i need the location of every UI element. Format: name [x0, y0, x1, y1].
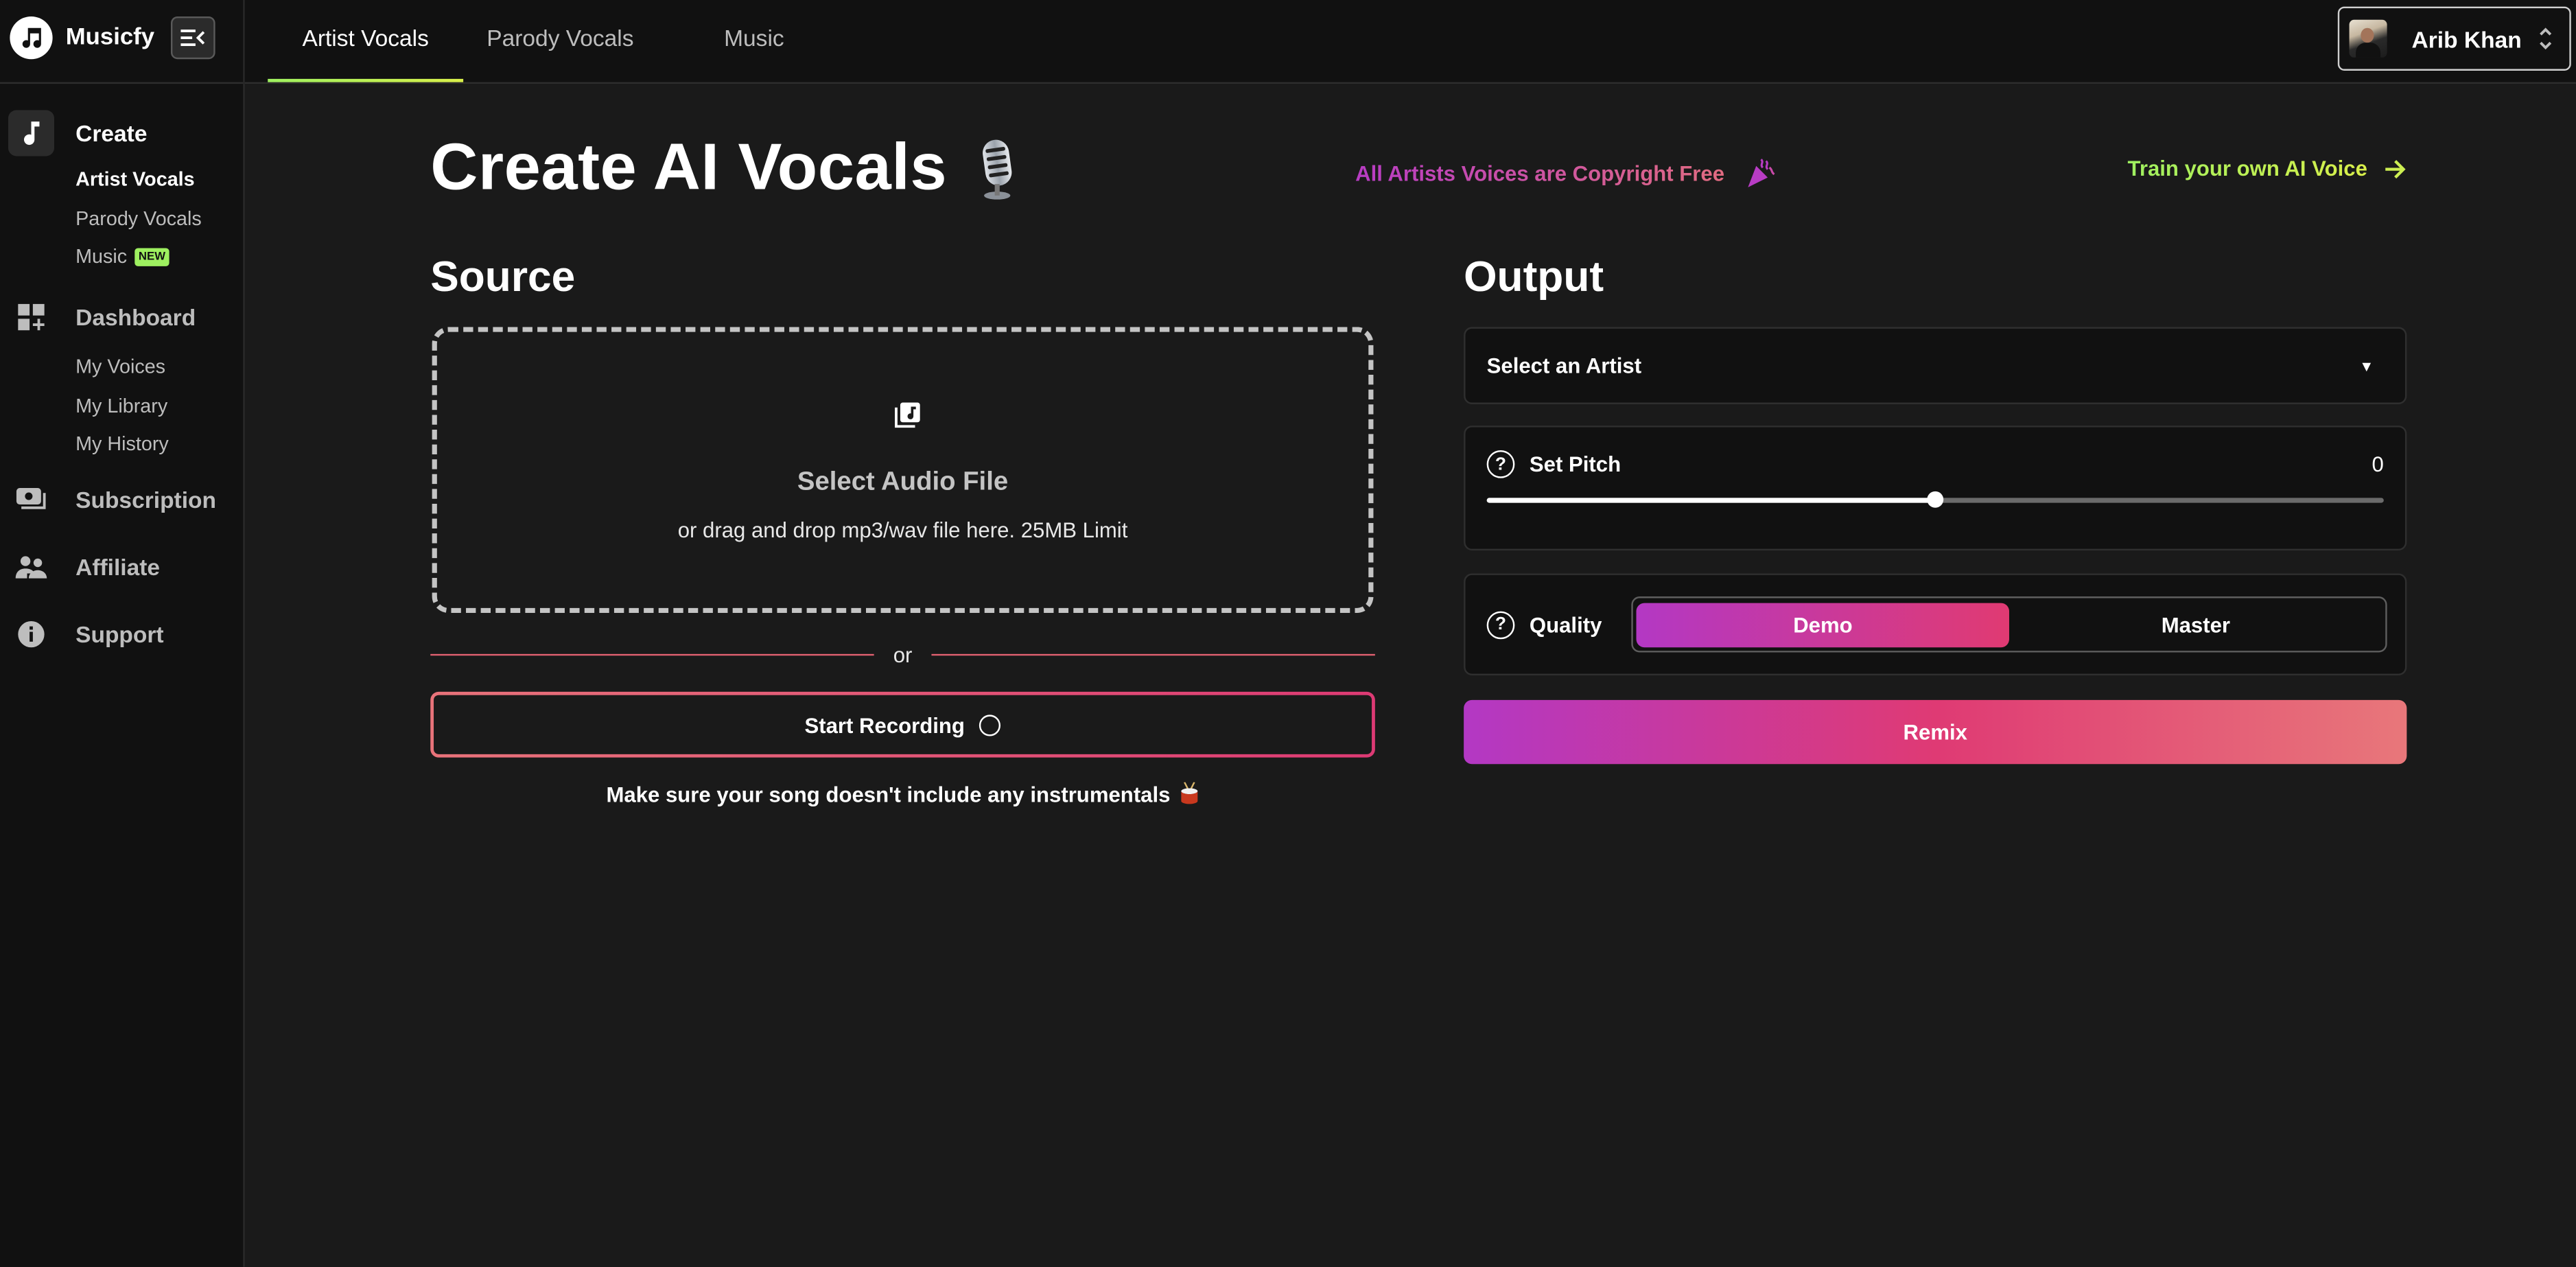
or-divider: or [430, 639, 1375, 669]
user-name: Arib Khan [2411, 25, 2522, 52]
sidebar-item-my-history[interactable]: My History [75, 426, 243, 464]
train-voice-text: Train your own AI Voice [2127, 156, 2367, 181]
new-badge: NEW [135, 248, 169, 267]
copyright-free-text: All Artists Voices are Copyright Free [1355, 160, 1725, 185]
tab-label: Music [724, 24, 784, 51]
remix-button[interactable]: Remix [1464, 699, 2407, 765]
pitch-slider-thumb[interactable] [1927, 491, 1944, 508]
collapse-sidebar-button[interactable] [170, 16, 215, 60]
pitch-value: 0 [2372, 452, 2384, 477]
record-circle-icon [979, 714, 1001, 736]
sidebar-item-label: Support [75, 620, 164, 648]
page-title-text: Create AI Vocals [430, 131, 948, 204]
sidebar-item-affiliate[interactable]: Affiliate [0, 542, 243, 592]
musicfy-logo-icon [10, 16, 53, 60]
divider-line [932, 653, 1375, 655]
avatar [2349, 19, 2387, 58]
instrumentals-note-text: Make sure your song doesn't include any … [606, 782, 1171, 807]
quality-toggle: Demo Master [1631, 596, 2387, 653]
sidebar-item-my-voices[interactable]: My Voices [75, 349, 243, 387]
or-label: or [893, 641, 913, 666]
artist-select-placeholder: Select an Artist [1486, 353, 1642, 378]
sidebar-item-label: My History [75, 432, 169, 456]
audio-file-icon [895, 402, 920, 428]
sidebar-section-support: Support [0, 609, 243, 659]
sidebar-item-label: Create [75, 119, 148, 147]
sidebar-item-subscription[interactable]: Subscription [0, 475, 243, 524]
brand-name: Musicfy [65, 24, 155, 51]
tab-parody-vocals[interactable]: Parody Vocals [463, 0, 657, 82]
pitch-label: Set Pitch [1529, 452, 1621, 477]
audio-dropzone[interactable]: Select Audio File or drag and drop mp3/w… [432, 327, 1374, 613]
tab-label: Artist Vocals [302, 24, 429, 51]
sidebar-section-dashboard: Dashboard My Voices My Library My Histor… [0, 292, 243, 464]
pitch-header: ? Set Pitch 0 [1486, 450, 2384, 478]
dropzone-subtitle: or drag and drop mp3/wav file here. 25MB… [677, 518, 1128, 543]
app-root: Musicfy Create Artist Vocals Parody Voca… [0, 0, 2576, 1267]
sidebar-divider [0, 82, 244, 84]
studio-microphone-icon [983, 139, 1013, 199]
arrow-right-icon [2385, 159, 2406, 178]
source-heading: Source [430, 251, 576, 301]
sidebar: Musicfy Create Artist Vocals Parody Voca… [0, 0, 245, 1267]
sidebar-item-label: Affiliate [75, 553, 161, 581]
output-heading: Output [1464, 251, 1604, 301]
sidebar-item-label: Subscription [75, 486, 216, 513]
sidebar-item-parody-vocals[interactable]: Parody Vocals [75, 200, 243, 238]
brand[interactable]: Musicfy [10, 16, 155, 60]
train-voice-link[interactable]: Train your own AI Voice [2128, 156, 2407, 181]
payments-icon [8, 476, 54, 522]
sidebar-item-label: Dashboard [75, 303, 196, 331]
sidebar-item-music[interactable]: Music NEW [75, 238, 243, 277]
top-nav: Artist Vocals Parody Vocals Music Arib K… [244, 0, 2576, 84]
drum-icon [1181, 782, 1198, 804]
copyright-free-note: All Artists Voices are Copyright Free [1355, 156, 1777, 189]
sidebar-item-dashboard[interactable]: Dashboard [0, 292, 243, 342]
divider-line [430, 653, 874, 655]
menu-collapse-icon [180, 30, 205, 47]
chevron-up-down-icon [2540, 27, 2552, 50]
instrumentals-note: Make sure your song doesn't include any … [430, 782, 1375, 807]
active-tab-indicator [268, 78, 464, 82]
sidebar-section-subscription: Subscription [0, 475, 243, 524]
sidebar-section-create: Create Artist Vocals Parody Vocals Music… [0, 108, 243, 277]
help-circle-icon[interactable]: ? [1486, 450, 1515, 478]
quality-card: ? Quality Demo Master [1464, 573, 2407, 675]
start-recording-button[interactable]: Start Recording [430, 691, 1375, 758]
sidebar-item-label: Parody Vocals [75, 206, 202, 229]
user-menu[interactable]: Arib Khan [2337, 6, 2571, 71]
quality-option-demo[interactable]: Demo [1636, 602, 2010, 647]
sidebar-item-create[interactable]: Create [0, 108, 243, 158]
tab-label: Parody Vocals [487, 24, 634, 51]
dashboard-add-icon [8, 294, 54, 340]
page-title: Create AI Vocals [430, 132, 1019, 206]
info-icon [8, 612, 54, 658]
people-icon [8, 544, 54, 590]
dropzone-title: Select Audio File [797, 468, 1009, 497]
sidebar-item-my-library[interactable]: My Library [75, 387, 243, 426]
quality-label: Quality [1529, 612, 1602, 637]
music-note-icon [8, 110, 55, 156]
sidebar-section-affiliate: Affiliate [0, 542, 243, 592]
help-circle-icon[interactable]: ? [1486, 610, 1515, 639]
sidebar-item-artist-vocals[interactable]: Artist Vocals [75, 161, 243, 200]
sidebar-item-label: My Library [75, 393, 168, 417]
tab-artist-vocals[interactable]: Artist Vocals [268, 0, 463, 82]
pitch-slider-fill [1486, 498, 1936, 503]
sidebar-item-label: My Voices [75, 355, 166, 378]
start-recording-label: Start Recording [804, 712, 965, 737]
start-recording-inner: Start Recording [434, 695, 1372, 754]
sidebar-item-label: Music [75, 244, 128, 268]
quality-option-master[interactable]: Master [2009, 602, 2382, 647]
pitch-slider[interactable] [1486, 491, 2384, 508]
sidebar-item-support[interactable]: Support [0, 609, 243, 659]
sidebar-item-label: Artist Vocals [75, 167, 195, 191]
artist-select[interactable]: Select an Artist ▼ [1464, 327, 2407, 404]
tab-music[interactable]: Music [657, 0, 852, 82]
quality-label-group: ? Quality [1486, 610, 1602, 639]
party-popper-icon [1747, 159, 1775, 187]
caret-down-icon: ▼ [2359, 357, 2374, 374]
pitch-card: ? Set Pitch 0 [1464, 426, 2407, 551]
